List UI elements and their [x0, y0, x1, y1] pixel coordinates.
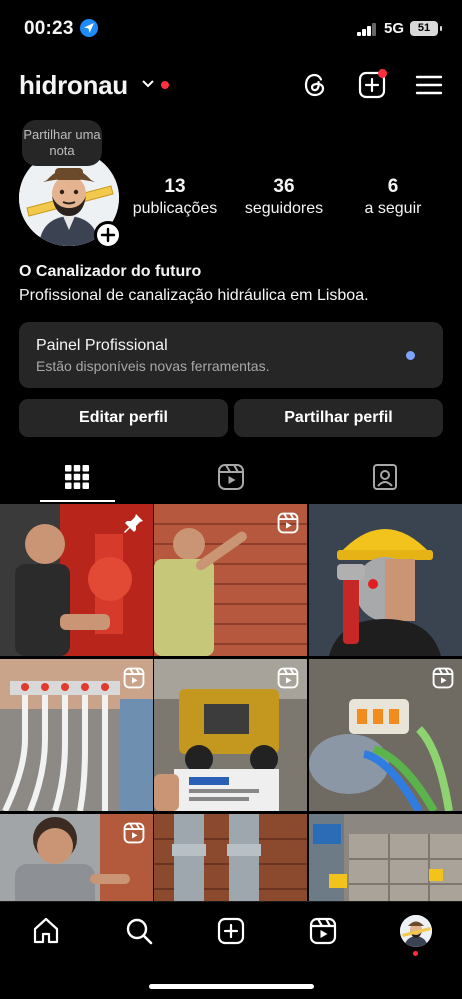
create-notification-dot — [378, 69, 387, 78]
tab-posts-grid[interactable] — [0, 456, 154, 502]
cellular-signal-icon — [357, 23, 377, 36]
professional-dashboard[interactable]: Painel Profissional Estão disponíveis no… — [19, 322, 443, 388]
edit-profile-button[interactable]: Editar perfil — [19, 399, 228, 437]
reel-icon — [432, 667, 454, 689]
profile-bio: Profissional de canalização hidráulica e… — [19, 287, 369, 304]
post-tile[interactable] — [309, 814, 462, 902]
username-switcher[interactable]: hidronau — [19, 70, 128, 101]
status-time: 00:23 — [24, 18, 74, 39]
stat-value: 13 — [164, 176, 186, 197]
stat-label: publicações — [132, 200, 218, 217]
stat-value: 36 — [273, 176, 295, 197]
reel-icon — [123, 667, 145, 689]
pinned-icon — [124, 514, 143, 533]
reels-nav-icon[interactable] — [308, 916, 338, 946]
following-count[interactable]: 6 a seguir — [348, 176, 438, 218]
reel-icon — [123, 822, 145, 844]
active-tab-indicator — [40, 500, 115, 502]
post-tile[interactable] — [154, 659, 307, 811]
location-arrow-icon — [80, 19, 98, 37]
threads-icon[interactable] — [300, 70, 330, 100]
battery-icon: 51 — [410, 21, 442, 36]
profile-notification-dot — [413, 951, 418, 956]
share-profile-button[interactable]: Partilhar perfil — [234, 399, 443, 437]
plus-icon — [100, 227, 116, 243]
profile-header: hidronau — [0, 62, 462, 112]
post-tile[interactable] — [0, 504, 153, 656]
stat-value: 6 — [387, 176, 399, 197]
home-indicator — [149, 984, 314, 989]
profile-nav-avatar[interactable] — [400, 915, 432, 947]
professional-dashboard-title: Painel Profissional — [36, 337, 168, 354]
post-tile[interactable] — [309, 659, 462, 811]
followers-count[interactable]: 36 seguidores — [234, 176, 334, 218]
post-tile[interactable] — [154, 814, 307, 902]
status-bar: 00:23 5G 51 — [0, 0, 462, 56]
post-tile[interactable] — [154, 504, 307, 656]
reel-icon — [277, 667, 299, 689]
tagged-icon — [373, 464, 397, 490]
home-icon[interactable] — [31, 916, 61, 946]
reel-icon — [277, 512, 299, 534]
add-story-button[interactable] — [94, 221, 122, 249]
posts-grid — [0, 504, 462, 902]
post-tile[interactable] — [0, 814, 153, 902]
new-post-icon[interactable] — [216, 916, 246, 946]
tab-tagged[interactable] — [308, 456, 462, 502]
profile-tabs — [0, 456, 462, 502]
post-tile[interactable] — [0, 659, 153, 811]
notification-dot — [161, 81, 169, 89]
bottom-navigation — [0, 901, 462, 999]
stat-label: seguidores — [244, 200, 324, 217]
posts-count[interactable]: 13 publicações — [125, 176, 225, 218]
tab-reels[interactable] — [154, 456, 308, 502]
menu-icon[interactable] — [414, 70, 444, 100]
stat-label: a seguir — [364, 200, 422, 217]
chevron-down-icon[interactable] — [142, 80, 154, 88]
professional-dashboard-subtitle: Estão disponíveis novas ferramentas. — [36, 358, 270, 374]
grid-icon — [65, 465, 89, 489]
post-tile[interactable] — [309, 504, 462, 656]
new-tools-dot — [406, 351, 415, 360]
reels-icon — [218, 464, 244, 490]
share-note-bubble[interactable]: Partilhar uma nota — [22, 120, 102, 166]
network-type: 5G — [384, 20, 405, 37]
search-icon[interactable] — [124, 916, 154, 946]
profile-display-name: O Canalizador do futuro — [19, 263, 202, 280]
